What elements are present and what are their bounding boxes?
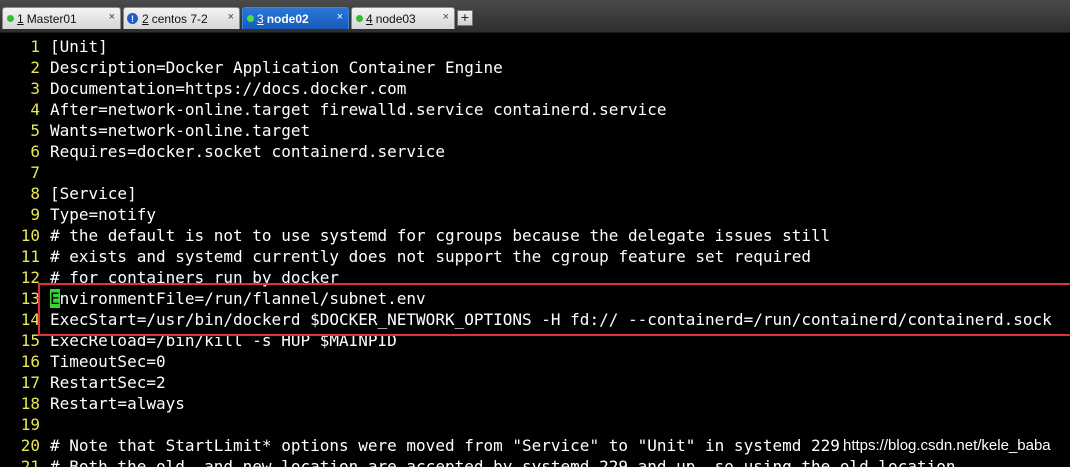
line-text: [Unit] <box>50 37 108 56</box>
connected-status-icon <box>7 15 14 22</box>
line-number: 12 <box>20 268 40 287</box>
line-number: 2 <box>30 58 40 77</box>
line-number: 14 <box>20 310 40 329</box>
close-tab-icon[interactable]: × <box>443 11 449 23</box>
tab-number: 3 <box>257 11 264 26</box>
line-text: Wants=network-online.target <box>50 121 311 140</box>
editor-line: 13 EnvironmentFile=/run/flannel/subnet.en… <box>0 288 426 309</box>
line-text: ExecReload=/bin/kill -s HUP $MAINPID <box>50 331 397 350</box>
editor-line: 9 Type=notify <box>0 204 156 225</box>
line-text: Documentation=https://docs.docker.com <box>50 79 407 98</box>
line-number: 9 <box>30 205 40 224</box>
line-number: 11 <box>20 247 40 266</box>
line-number: 8 <box>30 184 40 203</box>
editor-line: 11 # exists and systemd currently does no… <box>0 246 811 267</box>
line-text: # Note that StartLimit* options were mov… <box>50 436 850 455</box>
editor-line: 1 [Unit] <box>0 36 108 57</box>
line-number: 10 <box>20 226 40 245</box>
line-number: 6 <box>30 142 40 161</box>
line-text: Requires=docker.socket containerd.servic… <box>50 142 445 161</box>
tab-node03[interactable]: 4 node03 × <box>351 7 455 29</box>
line-text: RestartSec=2 <box>50 373 166 392</box>
editor-line: 10 # the default is not to use systemd fo… <box>0 225 831 246</box>
connected-status-icon <box>247 15 254 22</box>
tab-label: node02 <box>266 11 309 26</box>
tab-node02[interactable]: 3 node02 × <box>242 7 349 29</box>
tab-number: 1 <box>17 11 24 26</box>
line-number: 17 <box>20 373 40 392</box>
line-number: 18 <box>20 394 40 413</box>
editor-line: 2 Description=Docker Application Containe… <box>0 57 503 78</box>
editor-line: 8 [Service] <box>0 183 137 204</box>
close-tab-icon[interactable]: × <box>228 11 234 23</box>
line-text: # exists and systemd currently does not … <box>50 247 811 266</box>
line-text: # for containers run by docker <box>50 268 339 287</box>
line-text: # the default is not to use systemd for … <box>50 226 831 245</box>
text-cursor: E <box>50 289 60 308</box>
line-number: 13 <box>20 289 40 308</box>
close-tab-icon[interactable]: × <box>337 11 343 23</box>
editor-line: 7 <box>0 162 50 183</box>
watermark-text: https://blog.csdn.net/kele_baba <box>843 437 1051 454</box>
terminal-editor[interactable]: 1 [Unit] 2 Description=Docker Application … <box>0 33 1070 467</box>
line-number: 4 <box>30 100 40 119</box>
line-number: 16 <box>20 352 40 371</box>
tab-number: 2 <box>142 11 149 26</box>
line-number: 15 <box>20 331 40 350</box>
line-number: 7 <box>30 163 40 182</box>
line-number: 3 <box>30 79 40 98</box>
line-text: Type=notify <box>50 205 156 224</box>
line-number: 5 <box>30 121 40 140</box>
line-number: 20 <box>20 436 40 455</box>
editor-line: 17 RestartSec=2 <box>0 372 166 393</box>
line-text-rest: nvironmentFile=/run/flannel/subnet.env <box>59 289 426 308</box>
line-number: 1 <box>30 37 40 56</box>
session-tab-bar: 1 Master01 × ! 2 centos 7-2 × 3 node02 ×… <box>0 0 1070 33</box>
line-number: 21 <box>20 457 40 467</box>
editor-line: 15 ExecReload=/bin/kill -s HUP $MAINPID <box>0 330 397 351</box>
line-text: EnvironmentFile=/run/flannel/subnet.env <box>50 288 426 309</box>
line-text: TimeoutSec=0 <box>50 352 166 371</box>
editor-line: 12 # for containers run by docker <box>0 267 339 288</box>
editor-line: 5 Wants=network-online.target <box>0 120 310 141</box>
line-number: 19 <box>20 415 40 434</box>
tab-centos-7-2[interactable]: ! 2 centos 7-2 × <box>123 7 240 29</box>
editor-line: 16 TimeoutSec=0 <box>0 351 166 372</box>
tab-label: centos 7-2 <box>151 11 208 26</box>
line-text: [Service] <box>50 184 137 203</box>
editor-line: 20 # Note that StartLimit* options were m… <box>0 435 850 456</box>
warning-status-icon: ! <box>127 13 138 24</box>
editor-line: 3 Documentation=https://docs.docker.com <box>0 78 406 99</box>
tab-label: node03 <box>375 11 416 26</box>
editor-line: 6 Requires=docker.socket containerd.servi… <box>0 141 445 162</box>
editor-line: 18 Restart=always <box>0 393 185 414</box>
tab-label: Master01 <box>26 11 77 26</box>
connected-status-icon <box>356 15 363 22</box>
close-tab-icon[interactable]: × <box>109 11 115 23</box>
line-text: After=network-online.target firewalld.se… <box>50 100 667 119</box>
line-text: # Both the old, and new location are acc… <box>50 457 956 467</box>
editor-line: 4 After=network-online.target firewalld.s… <box>0 99 667 120</box>
line-text: Description=Docker Application Container… <box>50 58 503 77</box>
tab-number: 4 <box>366 11 373 26</box>
editor-line: 21 # Both the old, and new location are a… <box>0 456 956 467</box>
new-tab-button[interactable]: + <box>457 10 473 26</box>
editor-line: 14 ExecStart=/usr/bin/dockerd $DOCKER_NET… <box>0 309 1052 330</box>
tab-master01[interactable]: 1 Master01 × <box>2 7 121 29</box>
line-text: ExecStart=/usr/bin/dockerd $DOCKER_NETWO… <box>50 310 1052 329</box>
editor-line: 19 <box>0 414 50 435</box>
line-text: Restart=always <box>50 394 185 413</box>
